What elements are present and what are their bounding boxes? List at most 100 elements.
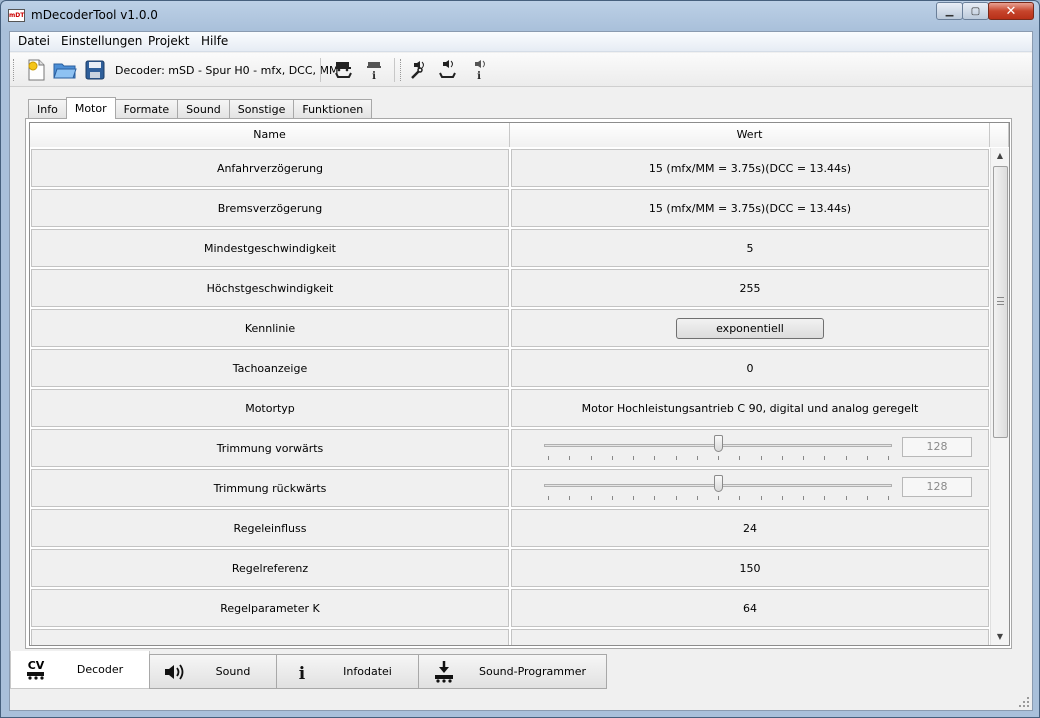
table-rows: Anfahrverzögerung 15 (mfx/MM = 3.75s)(DC…: [30, 148, 990, 645]
trim-backward-spinbox[interactable]: 128: [902, 477, 972, 497]
new-file-icon[interactable]: [24, 58, 48, 82]
download-locomotive-icon: [429, 660, 459, 684]
menu-hilfe[interactable]: Hilfe: [201, 34, 228, 48]
slider-tick: [888, 496, 889, 500]
table-row: Mindestgeschwindigkeit 5: [30, 228, 990, 268]
bottom-tab-sound[interactable]: Sound: [149, 654, 277, 689]
tab-sound[interactable]: Sound: [177, 99, 230, 119]
menu-bar: Datei Einstellungen Projekt Hilfe: [10, 32, 1032, 52]
column-header-wert[interactable]: Wert: [510, 123, 990, 147]
menu-projekt[interactable]: Projekt: [148, 34, 189, 48]
tab-formate[interactable]: Formate: [114, 99, 179, 119]
app-window: mDT mDecoderTool v1.0.0 ▁ ▢ ✕ Datei Eins…: [0, 0, 1040, 718]
slider-tick: [867, 456, 868, 460]
table-row: Regelparameter K 64: [30, 588, 990, 628]
motor-panel: Name Wert Anfahrverzögerung 15 (mfx/MM =…: [25, 118, 1012, 649]
sound-write-icon[interactable]: [435, 58, 459, 82]
row-value[interactable]: Motor Hochleistungsantrieb C 90, digital…: [511, 389, 989, 427]
slider-tick: [888, 456, 889, 460]
table-row: Anfahrverzögerung 15 (mfx/MM = 3.75s)(DC…: [30, 148, 990, 188]
row-name: Tachoanzeige: [31, 349, 509, 387]
bottom-tab-bar: CV Decoder Sound i Infodatei Sound-Progr…: [10, 651, 607, 690]
row-value[interactable]: 0: [511, 349, 989, 387]
slider-tick: [718, 496, 719, 500]
row-name: Regelparameter K: [31, 589, 509, 627]
table-row: Trimmung rückwärts 128: [30, 468, 990, 508]
row-name: Regelreferenz: [31, 549, 509, 587]
title-bar[interactable]: mDT mDecoderTool v1.0.0 ▁ ▢ ✕: [1, 1, 1039, 30]
scroll-up-arrow-icon[interactable]: ▲: [991, 148, 1009, 164]
bottom-tab-label: Decoder: [76, 663, 124, 676]
row-value[interactable]: [511, 629, 989, 645]
save-disk-icon[interactable]: [83, 58, 107, 82]
trim-forward-slider-group: 128: [520, 430, 980, 466]
open-folder-icon[interactable]: [53, 58, 77, 82]
menu-datei[interactable]: Datei: [18, 34, 50, 48]
tab-funktionen[interactable]: Funktionen: [293, 99, 373, 119]
client-area: Datei Einstellungen Projekt Hilfe Decode…: [9, 31, 1033, 711]
kennlinie-button[interactable]: exponentiell: [676, 317, 824, 339]
decoder-info-label: Decoder: mSD - Spur H0 - mfx, DCC, MM: [115, 64, 339, 77]
minimize-button[interactable]: ▁: [936, 2, 963, 20]
slider-tick: [739, 456, 740, 460]
slider-tick: [654, 456, 655, 460]
row-name: Trimmung rückwärts: [31, 469, 509, 507]
menu-einstellungen[interactable]: Einstellungen: [61, 34, 142, 48]
row-value[interactable]: 150: [511, 549, 989, 587]
row-value-cell: 128: [511, 429, 989, 467]
app-logo-icon: mDT: [8, 9, 25, 22]
row-name: Mindestgeschwindigkeit: [31, 229, 509, 267]
svg-text:i: i: [372, 71, 376, 80]
table-row: Regeleinfluss 24: [30, 508, 990, 548]
bottom-tab-sound-programmer[interactable]: Sound-Programmer: [418, 654, 607, 689]
tab-motor[interactable]: Motor: [65, 97, 116, 119]
slider-tick: [676, 456, 677, 460]
row-value[interactable]: 255: [511, 269, 989, 307]
close-button[interactable]: ✕: [988, 2, 1034, 20]
slider-tick: [761, 496, 762, 500]
window-controls: ▁ ▢ ✕: [936, 2, 1034, 20]
sound-info-icon[interactable]: i: [467, 58, 491, 82]
slider-tick: [782, 456, 783, 460]
row-name: Regeleinfluss: [31, 509, 509, 547]
row-name: Motortyp: [31, 389, 509, 427]
cv-locomotive-icon: CV: [21, 658, 51, 682]
toolbar-grip-2[interactable]: [400, 59, 403, 81]
locomotive-info-icon[interactable]: i: [362, 58, 386, 82]
slider-tick: [739, 496, 740, 500]
locomotive-write-icon[interactable]: [331, 58, 355, 82]
resize-grip-icon[interactable]: [1018, 696, 1030, 708]
row-value[interactable]: 15 (mfx/MM = 3.75s)(DCC = 13.44s): [511, 149, 989, 187]
table-row: Bremsverzögerung 15 (mfx/MM = 3.75s)(DCC…: [30, 188, 990, 228]
toolbar-grip[interactable]: [13, 59, 16, 81]
row-value-cell: 128: [511, 469, 989, 507]
column-header-name[interactable]: Name: [30, 123, 510, 147]
row-name: Bremsverzögerung: [31, 189, 509, 227]
sound-tools-icon[interactable]: [406, 58, 430, 82]
bottom-tab-label: Sound-Programmer: [478, 665, 587, 678]
slider-tick: [718, 456, 719, 460]
speaker-icon: [160, 662, 190, 682]
maximize-button[interactable]: ▢: [962, 2, 989, 20]
table-row: Regelreferenz 150: [30, 548, 990, 588]
slider-tick: [803, 456, 804, 460]
row-value[interactable]: 5: [511, 229, 989, 267]
slider-tick: [654, 496, 655, 500]
tab-info[interactable]: Info: [28, 99, 67, 119]
scrollbar-thumb[interactable]: [993, 166, 1008, 438]
toolbar: Decoder: mSD - Spur H0 - mfx, DCC, MM i …: [10, 53, 1032, 87]
trim-backward-slider-handle[interactable]: [714, 475, 723, 492]
trim-forward-slider-handle[interactable]: [714, 435, 723, 452]
slider-tick: [612, 496, 613, 500]
trim-forward-spinbox[interactable]: 128: [902, 437, 972, 457]
row-value[interactable]: 64: [511, 589, 989, 627]
bottom-tab-decoder[interactable]: CV Decoder: [10, 651, 150, 689]
row-value[interactable]: 24: [511, 509, 989, 547]
slider-ticks: [548, 456, 889, 460]
tab-sonstige[interactable]: Sonstige: [228, 99, 295, 119]
bottom-tab-infodatei[interactable]: i Infodatei: [276, 654, 419, 689]
scroll-down-arrow-icon[interactable]: ▼: [991, 629, 1009, 645]
vertical-scrollbar[interactable]: ▲ ▼: [990, 148, 1009, 645]
slider-tick: [782, 496, 783, 500]
row-value[interactable]: 15 (mfx/MM = 3.75s)(DCC = 13.44s): [511, 189, 989, 227]
